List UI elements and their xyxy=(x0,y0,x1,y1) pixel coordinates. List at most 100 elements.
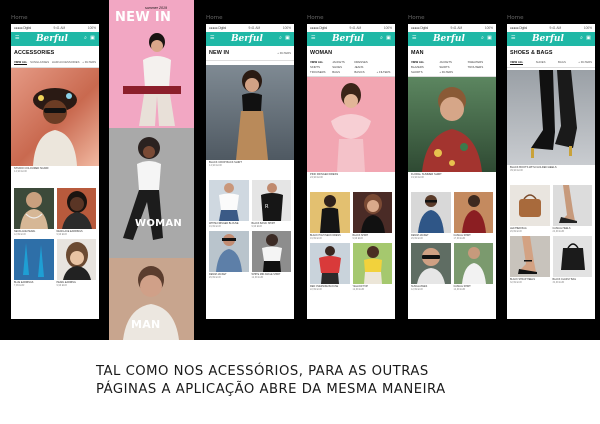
denim-jacket-model xyxy=(418,194,444,233)
search-icon[interactable]: ⌕ xyxy=(84,36,87,41)
product-card[interactable]: BLACK CLASSY BAG 34,99 EUR xyxy=(552,235,592,284)
product-card[interactable]: WHITE FRINGED BLOUSE 19,99 EUR xyxy=(209,179,249,228)
menu-shoes[interactable]: SHOES xyxy=(332,65,351,69)
home-label: Home xyxy=(507,15,524,21)
brand-logo[interactable]: Berful xyxy=(532,34,564,44)
product-card[interactable]: SUNGLASSES 12,99 EUR xyxy=(411,242,451,291)
bag-icon[interactable]: ▣ xyxy=(90,36,95,41)
brand-logo[interactable]: Berful xyxy=(36,34,68,44)
tab-view-all[interactable]: VIEW ALL xyxy=(510,60,524,65)
product-card[interactable]: BLACK HIGH NECK DRESS 19,99 EUR xyxy=(310,191,350,240)
presentation-board: Home ●●●●● Digital 9:41 AM 100% ☰ Berful… xyxy=(0,0,600,340)
hero-image[interactable] xyxy=(507,70,595,165)
hero-image[interactable] xyxy=(11,68,99,166)
status-bar: ●●●●● Digital 9:41 AM 100% xyxy=(11,24,99,32)
carrier-signal: ●●●●● Digital xyxy=(411,26,428,30)
newin-tile[interactable]: NEW IN summer 2019 xyxy=(109,0,194,128)
battery: 100% xyxy=(383,26,392,30)
shoes-bags-screen: ●●●●● Digital 9:41 AM 100% ☰ Berful ⌕ ▣ S… xyxy=(507,24,595,319)
ankle-shirt-model xyxy=(261,233,282,272)
man-tile[interactable]: MAN xyxy=(109,258,194,340)
brand-logo[interactable]: Berful xyxy=(231,34,263,44)
tab-hair-accessories[interactable]: HAIR ACCESSORIES xyxy=(52,60,80,65)
brand-logo[interactable]: Berful xyxy=(332,34,364,44)
man-screen: ●●●●● Digital 9:41 AM 100% ☰ Berful ⌕ ▣ M… xyxy=(408,24,496,319)
product-image xyxy=(411,242,451,284)
menu-dresses[interactable]: DRESSES xyxy=(354,60,373,64)
product-card[interactable]: CASUAL SHIRT 17,99 EUR xyxy=(453,191,493,240)
menu-basics[interactable]: BASICS xyxy=(354,70,373,74)
filters-button[interactable]: + FILTERS xyxy=(82,60,96,65)
hero-image[interactable] xyxy=(307,77,395,172)
bag-icon[interactable]: ▣ xyxy=(586,36,591,41)
product-card[interactable]: CASUAL HEELS 24,99 EUR xyxy=(552,184,592,233)
filters-button[interactable]: + FILTERS xyxy=(377,70,392,74)
menu-shorts[interactable]: SHORTS xyxy=(411,70,436,74)
product-grid: LEATHER BAG 29,99 EUR CASUAL HEELS 24,99 E… xyxy=(507,183,595,286)
menu-shirts[interactable]: SHIRTS xyxy=(439,65,464,69)
menu-icon[interactable]: ☰ xyxy=(15,36,20,41)
hero-image[interactable] xyxy=(408,77,496,172)
product-card[interactable]: NECKLACE PEARL 12,99 EUR xyxy=(14,187,54,236)
hero-image[interactable] xyxy=(206,65,294,160)
product-card[interactable]: WHITE MID ANKLE SHIRT 12,99 EUR xyxy=(251,230,291,279)
menu-jackets[interactable]: JACKETS xyxy=(439,60,464,64)
search-icon[interactable]: ⌕ xyxy=(580,36,583,41)
product-card[interactable]: RED OVERSIZE BLOUSE 22,99 EUR xyxy=(310,242,350,291)
product-card[interactable]: PEARL EARRING 9,99 EUR xyxy=(56,238,96,287)
menu-jeans[interactable]: JEANS xyxy=(354,65,373,69)
menu-jackets[interactable]: JACKETS xyxy=(332,60,351,64)
product-image xyxy=(56,187,96,229)
product-card[interactable]: LEATHER BAG 29,99 EUR xyxy=(510,184,550,233)
filters-button[interactable]: + FILTERS xyxy=(578,60,592,65)
product-image xyxy=(310,191,350,233)
menu-blazers[interactable]: BLAZERS xyxy=(411,65,436,69)
brand-logo[interactable]: Berful xyxy=(433,34,465,44)
bag-icon[interactable]: ▣ xyxy=(487,36,492,41)
product-card[interactable]: YELLOW TOP 12,99 EUR xyxy=(352,242,392,291)
menu-skirts[interactable]: SKIRTS xyxy=(310,65,329,69)
yellow-top-model xyxy=(363,245,382,284)
tab-shoes[interactable]: SHOES xyxy=(536,60,546,65)
menu-icon[interactable]: ☰ xyxy=(511,36,516,41)
bag-icon[interactable]: ▣ xyxy=(285,36,290,41)
product-price: 19,99 EUR xyxy=(310,236,322,240)
menu-icon[interactable]: ☰ xyxy=(311,36,316,41)
tab-view-all[interactable]: VIEW ALL xyxy=(14,60,28,65)
filters-button[interactable]: + FILTERS xyxy=(439,70,464,74)
product-image xyxy=(411,191,451,233)
menu-view-all[interactable]: VIEW ALL xyxy=(310,60,329,64)
tab-sunglasses[interactable]: SUNGLASSES xyxy=(30,60,49,65)
search-icon[interactable]: ⌕ xyxy=(481,36,484,41)
product-image xyxy=(352,191,392,233)
menu-trousers[interactable]: TROUSERS xyxy=(310,70,329,74)
search-icon[interactable]: ⌕ xyxy=(380,36,383,41)
product-price: 22,99 EUR xyxy=(310,287,322,291)
product-card[interactable]: DENIM JACKET 29,99 EUR xyxy=(209,230,249,279)
product-price: 29,99 EUR xyxy=(510,229,522,233)
woman-tile[interactable]: WOMAN xyxy=(109,128,194,258)
menu-sweaters[interactable]: SWEATERS xyxy=(468,60,493,64)
bag-icon[interactable]: ▣ xyxy=(386,36,391,41)
product-card[interactable]: BLACK SHIRT 9,99 EUR xyxy=(352,191,392,240)
woman-model xyxy=(123,137,163,240)
menu-icon[interactable]: ☰ xyxy=(210,36,215,41)
product-card[interactable]: BLACK STRAP HEELS 32,99 EUR xyxy=(510,235,550,284)
product-card[interactable]: DENIM JACKET 29,99 EUR xyxy=(411,191,451,240)
hero-caption: BLACK BOOTS WITH GOLDEN HEELS 39,99 EUR xyxy=(507,165,595,173)
product-card[interactable]: CASUAL SHIRT 14,99 EUR xyxy=(453,242,493,291)
product-card[interactable]: NECKLACE EARRINGS 9,99 EUR xyxy=(56,187,96,236)
filters-button[interactable]: + FILTERS xyxy=(277,51,294,55)
product-card[interactable]: R BLACK BASIC SHIRT 9,99 EUR xyxy=(251,179,291,228)
menu-bags[interactable]: BAGS xyxy=(332,70,351,74)
menu-icon[interactable]: ☰ xyxy=(412,36,417,41)
search-icon[interactable]: ⌕ xyxy=(279,36,282,41)
menu-trousers[interactable]: TROUSERS xyxy=(468,65,493,69)
product-image xyxy=(552,184,592,226)
woman-screen: ●●●●● Digital 9:41 AM 100% ☰ Berful ⌕ ▣ W… xyxy=(307,24,395,319)
product-price: 9,99 EUR xyxy=(251,224,262,228)
tab-bags[interactable]: BAGS xyxy=(558,60,566,65)
menu-view-all[interactable]: VIEW ALL xyxy=(411,60,436,64)
product-card[interactable]: BLUE EARRINGS 7,99 EUR xyxy=(14,238,54,287)
product-price: 29,99 EUR xyxy=(209,275,221,279)
